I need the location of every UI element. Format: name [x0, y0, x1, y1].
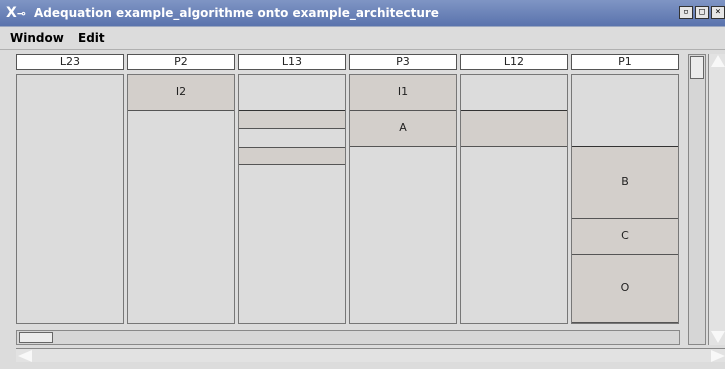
- scroll-left-arrow-icon[interactable]: [18, 350, 32, 362]
- menu-bar: Window Edit: [0, 27, 725, 50]
- column-track[interactable]: [16, 74, 124, 324]
- operation-block-c[interactable]: C: [572, 219, 678, 255]
- menu-window[interactable]: Window: [10, 30, 64, 46]
- column-l13: L13: [238, 54, 346, 324]
- minimize-button[interactable]: ▫: [679, 6, 693, 19]
- menu-edit[interactable]: Edit: [78, 30, 105, 46]
- column-track[interactable]: I2: [127, 74, 235, 324]
- column-track[interactable]: [460, 74, 568, 324]
- window-title: Adequation example_algorithme onto examp…: [34, 6, 439, 20]
- operation-block-i2[interactable]: I2: [128, 75, 234, 111]
- communication-block[interactable]: [239, 147, 345, 165]
- column-track[interactable]: [238, 74, 346, 324]
- inner-vertical-scrollbar[interactable]: [688, 54, 706, 345]
- scroll-thumb[interactable]: [690, 56, 704, 79]
- operation-block-i1[interactable]: I1: [350, 75, 456, 111]
- column-track[interactable]: B C O: [571, 74, 679, 324]
- column-p2: P2 I2: [127, 54, 235, 324]
- close-button[interactable]: ×: [711, 6, 725, 19]
- column-track[interactable]: I1 A: [349, 74, 457, 324]
- operation-block-a[interactable]: A: [350, 111, 456, 147]
- scroll-down-arrow-icon[interactable]: [711, 331, 725, 343]
- operation-block-b[interactable]: B: [572, 147, 678, 219]
- column-l23: L23: [16, 54, 124, 324]
- column-header[interactable]: P1: [571, 54, 679, 70]
- column-header[interactable]: P2: [127, 54, 235, 70]
- inner-horizontal-scrollbar[interactable]: [16, 330, 680, 345]
- communication-block[interactable]: [461, 111, 567, 147]
- scroll-thumb[interactable]: [19, 332, 53, 343]
- schedule-board: L23 P2 I2 L13 P3 I1 A L12 P1 B C O: [16, 54, 680, 324]
- x-window-icon[interactable]: X⊸: [6, 4, 26, 23]
- maximize-button[interactable]: □: [695, 6, 709, 19]
- column-p3: P3 I1 A: [349, 54, 457, 324]
- title-bar[interactable]: X⊸ Adequation example_algorithme onto ex…: [0, 0, 725, 27]
- outer-horizontal-scrollbar[interactable]: [16, 348, 725, 362]
- outer-vertical-scrollbar[interactable]: [708, 54, 725, 345]
- column-header[interactable]: L23: [16, 54, 124, 70]
- column-header[interactable]: P3: [349, 54, 457, 70]
- scroll-up-arrow-icon[interactable]: [711, 55, 725, 67]
- column-p1: P1 B C O: [571, 54, 679, 324]
- column-l12: L12: [460, 54, 568, 324]
- communication-block[interactable]: [239, 111, 345, 129]
- column-header[interactable]: L13: [238, 54, 346, 70]
- scroll-right-arrow-icon[interactable]: [711, 350, 725, 362]
- operation-block-o[interactable]: O: [572, 255, 678, 323]
- column-header[interactable]: L12: [460, 54, 568, 70]
